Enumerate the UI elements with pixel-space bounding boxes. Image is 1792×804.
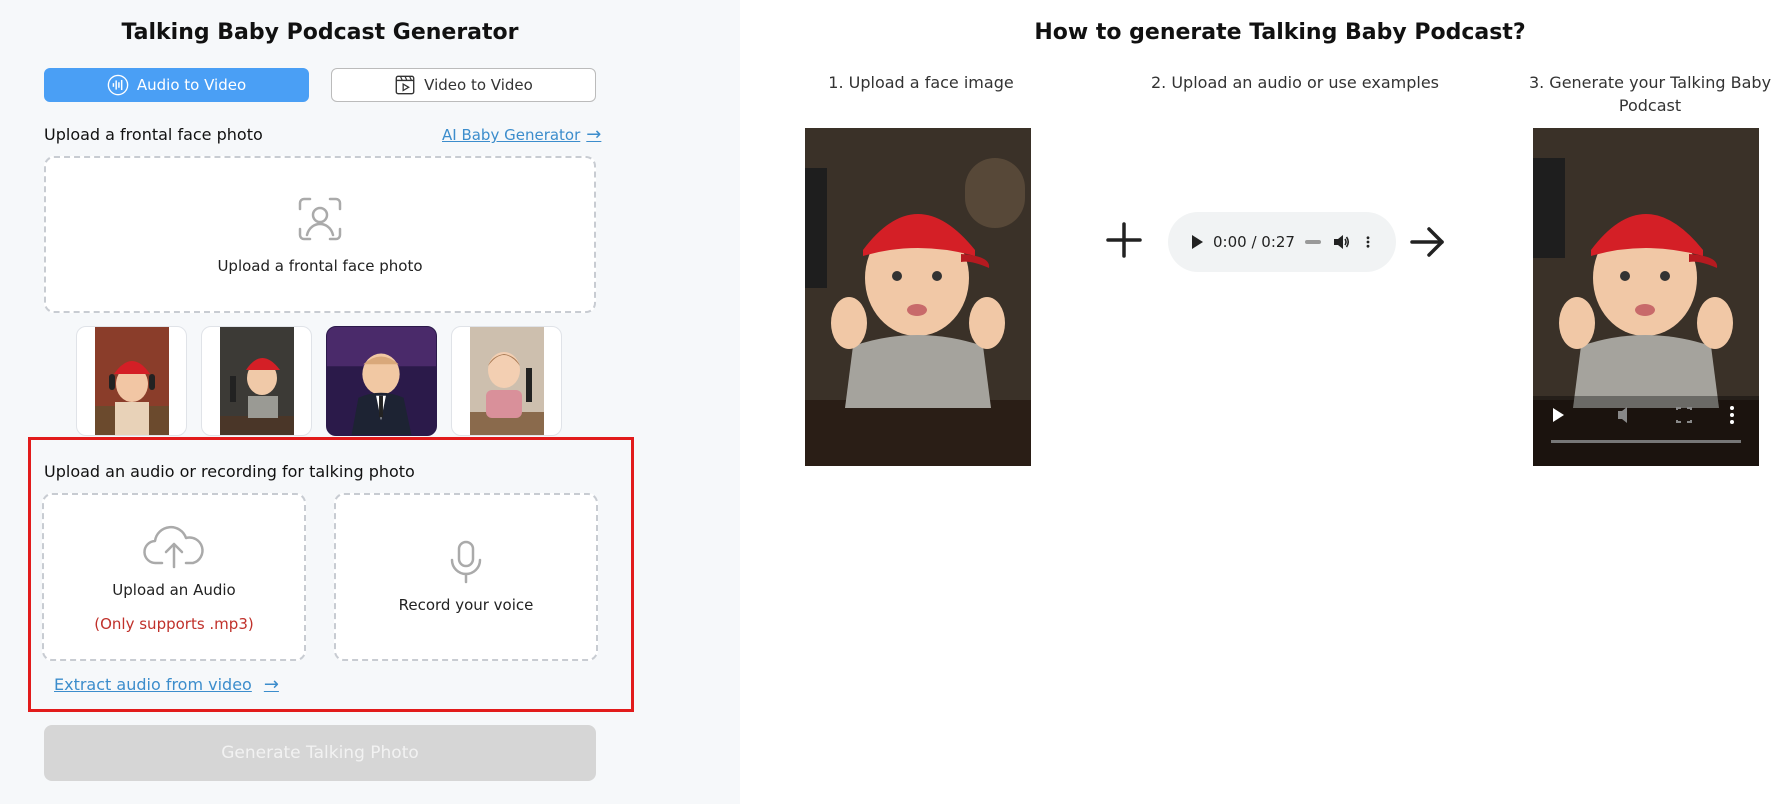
arrow-right-icon [1410, 227, 1444, 257]
waveform-icon [107, 74, 129, 96]
upload-audio-text: Upload an Audio [112, 581, 236, 599]
volume-icon[interactable] [1331, 232, 1351, 252]
audio-to-video-button[interactable]: Audio to Video [44, 68, 309, 102]
result-video-player[interactable] [1533, 128, 1759, 466]
ai-baby-generator-link[interactable]: AI Baby Generator → [442, 124, 602, 145]
example-face-image [805, 128, 1031, 466]
microphone-icon [450, 540, 482, 584]
arrow-right-icon: → [586, 124, 602, 145]
arrow-right-icon: → [263, 674, 279, 695]
extract-audio-link-text: Extract audio from video [54, 675, 252, 694]
face-upload-label: Upload a frontal face photo [44, 125, 263, 144]
step-3-label: 3. Generate your Talking Baby Podcast [1528, 73, 1772, 115]
example-face-4[interactable] [451, 326, 562, 436]
video-to-video-label: Video to Video [424, 76, 533, 94]
upload-audio-note: (Only supports .mp3) [94, 615, 254, 633]
film-icon [395, 75, 415, 95]
example-face-list [76, 326, 562, 436]
panel-title: Talking Baby Podcast Generator [121, 20, 519, 45]
audio-to-video-label: Audio to Video [136, 76, 247, 94]
example-audio-player[interactable]: 0:00 / 0:27 [1168, 212, 1396, 272]
generator-panel: Talking Baby Podcast Generator Audio to … [0, 0, 740, 804]
plus-icon [1106, 222, 1142, 258]
record-voice-text: Record your voice [398, 596, 534, 614]
how-to-title: How to generate Talking Baby Podcast? [1034, 20, 1526, 45]
example-face-2[interactable] [201, 326, 312, 436]
step-2-label: 2. Upload an audio or use examples [1150, 73, 1439, 92]
example-face-1[interactable] [76, 326, 187, 436]
audio-upload-label: Upload an audio or recording for talking… [44, 462, 415, 481]
face-dropzone-text: Upload a frontal face photo [217, 256, 423, 275]
example-face-3[interactable] [326, 326, 437, 436]
upload-audio-dropzone[interactable]: Upload an Audio (Only supports .mp3) [42, 493, 306, 661]
face-scan-icon [298, 197, 342, 240]
seek-bar[interactable] [1304, 240, 1321, 244]
extract-audio-link[interactable]: Extract audio from video → [54, 674, 279, 695]
ai-baby-generator-link-text: AI Baby Generator [442, 126, 581, 144]
progress-bar [1551, 440, 1741, 443]
play-icon[interactable] [1192, 235, 1203, 249]
more-options-icon[interactable] [1361, 232, 1375, 252]
generate-talking-photo-button[interactable]: Generate Talking Photo [44, 725, 596, 781]
face-photo-dropzone[interactable]: Upload a frontal face photo [44, 156, 596, 313]
more-options-icon [1730, 406, 1734, 424]
video-to-video-button[interactable]: Video to Video [331, 68, 596, 102]
record-voice-dropzone[interactable]: Record your voice [334, 493, 598, 661]
audio-time: 0:00 / 0:27 [1213, 233, 1295, 251]
cloud-upload-icon [143, 525, 204, 569]
step-1-label: 1. Upload a face image [828, 73, 1014, 92]
